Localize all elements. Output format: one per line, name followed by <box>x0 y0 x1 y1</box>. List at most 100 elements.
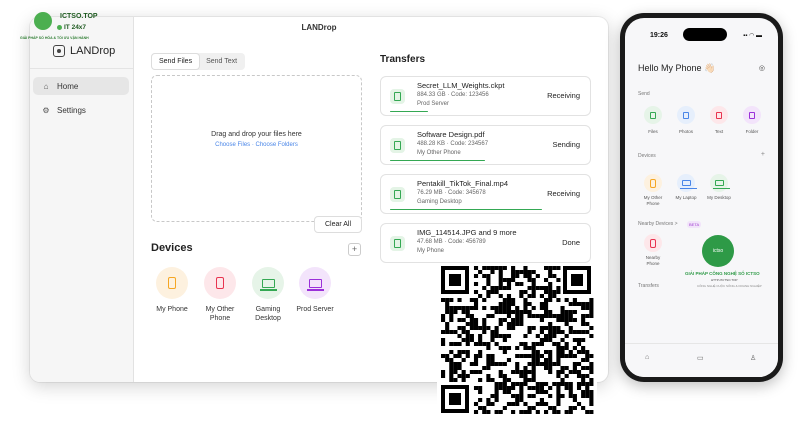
badge-name: ICTSO.TOP <box>60 13 98 20</box>
person-icon[interactable]: ♙ <box>750 354 756 362</box>
folder-icon[interactable]: ▭ <box>697 354 704 362</box>
desktop-icon <box>710 174 730 192</box>
phone-send-label: Send <box>638 91 650 97</box>
phone-icon <box>644 234 662 252</box>
transfer-card[interactable]: Pentakill_TikTok_Final.mp4 76.29 MB · Co… <box>380 174 591 214</box>
transfer-file-name: Software Design.pdf <box>417 130 485 139</box>
phone-device-my-laptop[interactable]: My Laptop <box>672 174 700 201</box>
transfer-card[interactable]: Secret_LLM_Weights.ckpt 884.33 GB · Code… <box>380 76 591 116</box>
device-avatar <box>252 267 284 299</box>
phone-device-label: My Other Phone <box>643 195 663 206</box>
device-my-other-phone[interactable]: My Other Phone <box>196 267 244 323</box>
text-icon <box>710 106 728 124</box>
app-name: LANDrop <box>70 45 116 57</box>
home-icon: ⌂ <box>43 81 49 91</box>
phone-add-device-button[interactable]: + <box>761 151 765 158</box>
phone-action-photos[interactable]: Photos <box>672 106 700 134</box>
add-device-button[interactable]: + <box>348 243 361 256</box>
tab-send-text[interactable]: Send Text <box>199 54 244 69</box>
device-name: Gaming Desktop <box>255 306 281 322</box>
ictso-logo-icon <box>34 12 52 30</box>
device-name: Prod Server <box>296 306 334 313</box>
phone-device-my-desktop[interactable]: My Desktop <box>705 174 733 201</box>
laptop-icon <box>677 174 697 192</box>
file-dropzone[interactable]: Drag and drop your files here Choose Fil… <box>151 75 362 222</box>
file-icon <box>390 187 405 202</box>
device-gaming-desktop[interactable]: Gaming Desktop <box>244 267 292 323</box>
transfer-progress-bar <box>390 159 485 161</box>
phone-action-label: Files <box>648 129 658 134</box>
transfer-progress-bar <box>390 110 428 112</box>
sidebar-item-label: Home <box>57 81 79 91</box>
transfer-size-code: 884.33 GB · Code: 123456 <box>417 92 489 98</box>
phone-action-text[interactable]: Text <box>705 106 733 134</box>
badge-line: IT 24x7 <box>57 24 86 31</box>
beta-badge: BETA <box>687 221 702 228</box>
device-name: My Other Phone <box>205 306 235 322</box>
phone-device-my-other-phone[interactable]: My Other Phone <box>639 174 667 207</box>
device-avatar <box>156 267 188 299</box>
phone-action-folder[interactable]: Folder <box>738 106 766 134</box>
device-avatar <box>204 267 236 299</box>
sidebar-item-label: Settings <box>57 105 86 115</box>
devices-heading: Devices <box>151 242 193 254</box>
transfer-device: Gaming Desktop <box>417 199 462 205</box>
phone-nearby-device[interactable]: Nearby Phone <box>639 234 667 267</box>
sidebar-item-settings[interactable]: ⚙ Settings <box>33 101 129 119</box>
file-icon <box>390 89 405 104</box>
transfer-status: Receiving <box>547 189 580 198</box>
phone-tab-bar: ⌂ ▭ ♙ <box>625 343 778 377</box>
sidebar-item-home[interactable]: ⌂ Home <box>33 77 129 95</box>
phone-action-files[interactable]: Files <box>639 106 667 134</box>
phone-nearby-label[interactable]: Nearby Devices > <box>638 221 678 227</box>
phone-device-label: My Laptop <box>675 195 697 200</box>
transfer-device: My Other Phone <box>417 150 461 156</box>
phone-transfers-label: Transfers <box>638 283 659 289</box>
watermark-tagline: CÔNG NGHỆ CUỘC SỐNG & DOANH NGHIỆP <box>697 284 762 288</box>
clear-all-button[interactable]: Clear All <box>314 216 362 233</box>
phone-mockup: 19:26 ▪▪ ◠ ▬ Hello My Phone 👋🏻 ◎ Send Fi… <box>620 13 783 382</box>
phone-action-label: Folder <box>745 129 759 134</box>
device-prod-server[interactable]: Prod Server <box>289 267 341 314</box>
tab-send-files[interactable]: Send Files <box>152 54 200 69</box>
ictso-watermark-logo: ictso <box>702 235 734 267</box>
qr-code <box>437 263 597 418</box>
transfer-card[interactable]: IMG_114514.JPG and 9 more 47.68 MB · Cod… <box>380 223 591 263</box>
device-my-phone[interactable]: My Phone <box>148 267 196 314</box>
nearby-signal-icon[interactable]: ◎ <box>759 64 765 72</box>
phone-screen: 19:26 ▪▪ ◠ ▬ Hello My Phone 👋🏻 ◎ Send Fi… <box>625 18 778 377</box>
transfers-heading: Transfers <box>380 54 426 65</box>
phone-device-label: My Desktop <box>707 195 731 200</box>
gear-icon: ⚙ <box>42 105 50 115</box>
photo-icon <box>677 106 695 124</box>
app-title: LANDrop <box>53 45 115 57</box>
transfer-file-name: Secret_LLM_Weights.ckpt <box>417 81 505 90</box>
phone-clock: 19:26 <box>650 32 668 39</box>
choose-folders-link[interactable]: Choose Folders <box>256 142 298 148</box>
phone-devices-label: Devices <box>638 153 656 159</box>
file-icon <box>390 236 405 251</box>
watermark-title: GIẢI PHÁP CÔNG NGHỆ SỐ ICTSO <box>685 271 760 276</box>
phone-greeting: Hello My Phone 👋🏻 <box>638 63 716 73</box>
transfer-status: Receiving <box>547 91 580 100</box>
choose-files-link[interactable]: Choose Files <box>215 142 250 148</box>
link-separator: · <box>251 142 254 148</box>
transfer-card[interactable]: Software Design.pdf 488.28 KB · Code: 23… <box>380 125 591 165</box>
home-icon[interactable]: ⌂ <box>645 354 649 361</box>
transfer-file-name: IMG_114514.JPG and 9 more <box>417 228 517 237</box>
ictso-badge: ICTSO.TOP IT 24x7 GIẢI PHÁP SỐ HÓA & TỐI… <box>0 12 140 44</box>
landrop-logo-icon <box>53 45 65 57</box>
laptop-icon <box>306 278 324 291</box>
nearby-device-label: Nearby Phone <box>645 255 661 266</box>
sidebar-divider <box>30 68 133 69</box>
phone-icon <box>168 277 176 289</box>
transfer-size-code: 488.28 KB · Code: 234567 <box>417 141 489 147</box>
badge-sub: GIẢI PHÁP SỐ HÓA & TỐI ƯU VẬN HÀNH <box>20 36 89 40</box>
transfer-file-name: Pentakill_TikTok_Final.mp4 <box>417 179 509 188</box>
transfer-status: Done <box>562 238 580 247</box>
laptop-icon <box>259 278 277 291</box>
send-tabs: Send Files Send Text <box>151 53 246 70</box>
watermark-url: HTTP://ICTSO.TOP <box>711 278 738 282</box>
phone-action-label: Photos <box>678 129 693 134</box>
phone-icon <box>644 174 662 192</box>
